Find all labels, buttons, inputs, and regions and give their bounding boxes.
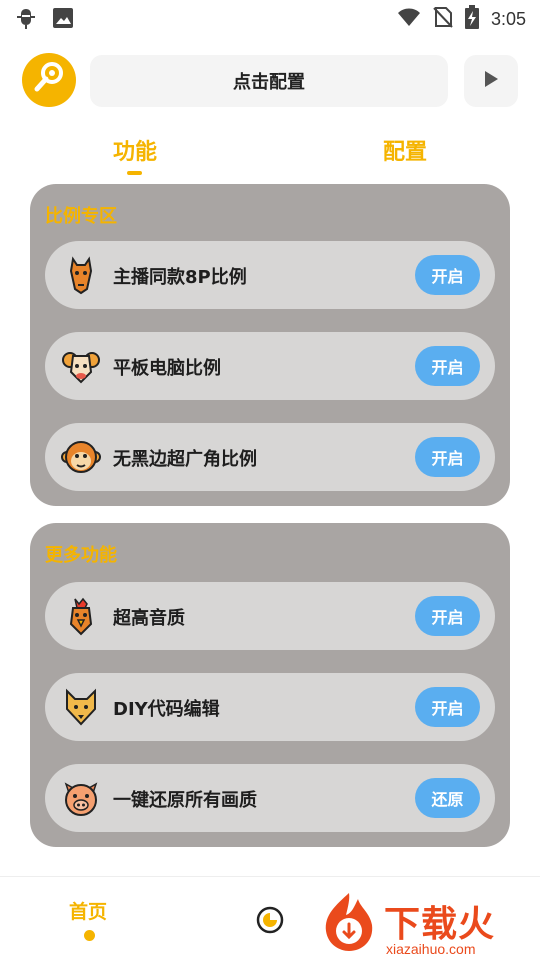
image-icon (52, 7, 74, 33)
list-item: 无黑边超广角比例 开启 (45, 423, 495, 491)
enable-button[interactable]: 开启 (415, 255, 480, 295)
restore-button[interactable]: 还原 (415, 778, 480, 818)
toolbar: 点击配置 (22, 53, 518, 107)
list-item: DIY代码编辑 开启 (45, 673, 495, 741)
pig-icon (61, 778, 101, 818)
play-icon (482, 70, 500, 92)
wifi-icon (397, 6, 421, 32)
list-item: 主播同款8P比例 开启 (45, 241, 495, 309)
list-item: 超高音质 开启 (45, 582, 495, 650)
battery-charging-icon (464, 5, 479, 33)
watermark-text: 下载火 (384, 904, 496, 945)
tab-indicator (127, 171, 142, 175)
item-label: 平板电脑比例 (113, 358, 221, 379)
status-time: 3:05 (490, 8, 526, 29)
app-logo[interactable] (22, 53, 76, 107)
wrench-icon (32, 61, 66, 99)
pie-chart-icon[interactable] (255, 905, 285, 935)
section-more-features: 更多功能 超高音质 开启 DIY代码编辑 开启 一键还原所有画质 还原 (30, 523, 510, 847)
tab-bar: 功能 配置 (0, 130, 540, 176)
ram-icon (61, 346, 101, 386)
section-title: 比例专区 (45, 206, 117, 227)
horse-icon (61, 255, 101, 295)
watermark-url: xiazaihuo.com (386, 941, 476, 957)
tab-features[interactable]: 功能 (113, 134, 157, 166)
no-sim-icon (433, 6, 453, 32)
status-bar: 3:05 (0, 0, 540, 36)
enable-button[interactable]: 开启 (415, 687, 480, 727)
play-button[interactable] (464, 55, 518, 107)
watermark-logo: 下载火 xiazaihuo.com (318, 889, 538, 959)
list-item: 平板电脑比例 开启 (45, 332, 495, 400)
config-button[interactable]: 点击配置 (90, 55, 448, 107)
dog-icon (61, 687, 101, 727)
nav-home[interactable]: 首页 (69, 897, 107, 924)
item-label: 超高音质 (113, 608, 185, 629)
section-ratio: 比例专区 主播同款8P比例 开启 平板电脑比例 开启 无黑边超广角比例 开启 (30, 184, 510, 506)
section-title: 更多功能 (45, 545, 117, 566)
nav-active-dot (84, 930, 95, 941)
enable-button[interactable]: 开启 (415, 346, 480, 386)
item-label: DIY代码编辑 (113, 699, 220, 720)
enable-button[interactable]: 开启 (415, 596, 480, 636)
rooster-icon (61, 596, 101, 636)
tab-config[interactable]: 配置 (383, 134, 427, 166)
enable-button[interactable]: 开启 (415, 437, 480, 477)
item-label: 主播同款8P比例 (113, 267, 247, 288)
bottom-nav: 首页 下载火 xiazaihuo.com (0, 876, 540, 960)
item-label: 无黑边超广角比例 (113, 449, 257, 470)
monkey-icon (61, 437, 101, 477)
bug-icon (14, 6, 38, 34)
item-label: 一键还原所有画质 (113, 790, 257, 811)
list-item: 一键还原所有画质 还原 (45, 764, 495, 832)
